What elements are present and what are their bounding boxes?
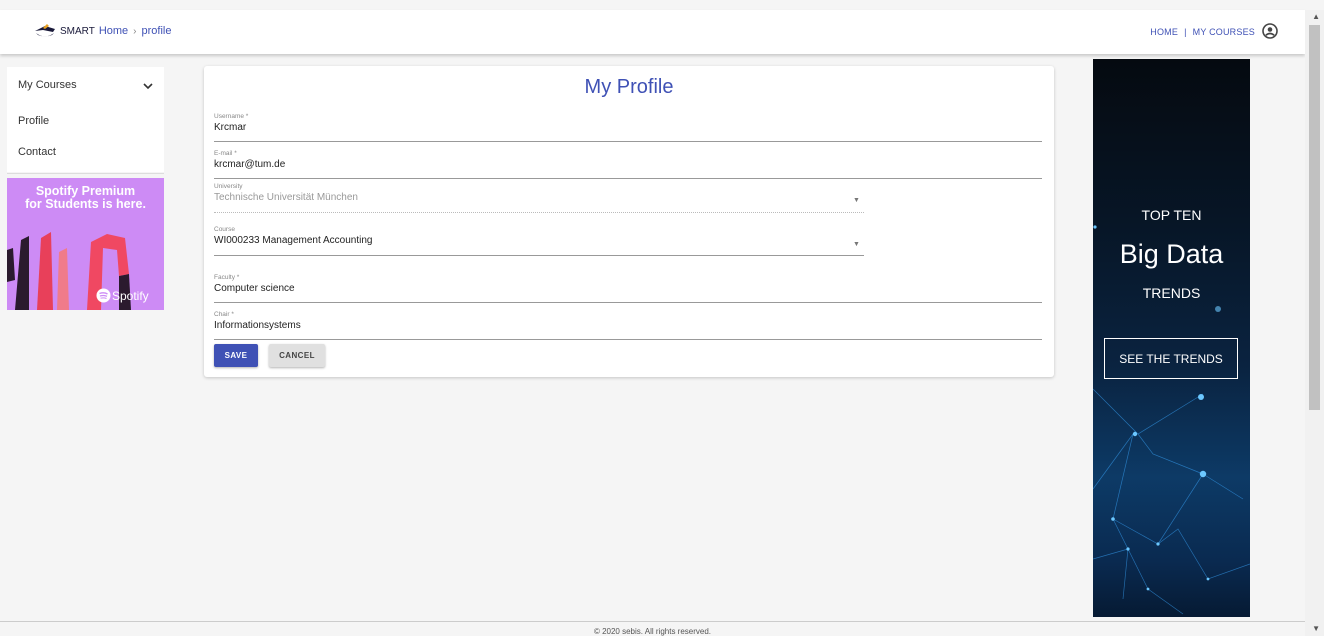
email-input[interactable]: krcmar@tum.de <box>214 159 1044 170</box>
see-the-trends-button[interactable]: SEE THE TRENDS <box>1104 338 1238 379</box>
nav-separator: | <box>1184 27 1187 37</box>
scroll-up-arrow-icon[interactable]: ▲ <box>1312 12 1320 21</box>
ad-top-ten-text: TOP TEN <box>1141 207 1202 223</box>
scroll-down-arrow-icon[interactable]: ▼ <box>1312 624 1320 633</box>
sidebar-divider <box>7 173 164 174</box>
faculty-underline <box>214 302 1042 303</box>
username-label: Username * <box>214 113 249 120</box>
spotify-logo-text: Spotify <box>112 289 149 303</box>
course-value[interactable]: WI000233 Management Accounting <box>214 235 864 246</box>
brand-name: SMART <box>60 25 95 37</box>
footer-copyright: © 2020 sebis. All rights reserved. <box>593 627 712 636</box>
email-field[interactable]: E-mail * krcmar@tum.de <box>214 150 1044 170</box>
faculty-field[interactable]: Faculty * Computer science <box>214 274 1044 294</box>
breadcrumb-profile[interactable]: profile <box>142 25 172 37</box>
username-input[interactable]: Krcmar <box>214 122 1044 133</box>
chevron-down-icon[interactable] <box>143 82 153 90</box>
faculty-label: Faculty * <box>214 274 240 281</box>
sidebar-item-profile[interactable]: Profile <box>18 115 49 127</box>
big-data-ad-banner[interactable]: TOP TEN Big Data TRENDS SEE THE TRENDS <box>1093 59 1250 617</box>
save-button[interactable]: SAVE <box>214 344 258 367</box>
chair-underline <box>214 339 1042 340</box>
profile-card: My Profile Username * Krcmar E-mail * kr… <box>204 66 1054 377</box>
spotify-ad-banner[interactable]: Spotify Premium for Students is here. Sp… <box>7 178 164 310</box>
spotify-ad-headline-line2: for Students is here. <box>25 197 146 211</box>
spotify-logo-icon <box>96 288 111 303</box>
faculty-input[interactable]: Computer science <box>214 283 1044 294</box>
course-dropdown-arrow-icon[interactable]: ▼ <box>853 241 860 248</box>
university-select: University Technische Universität Münche… <box>214 183 864 203</box>
chair-field[interactable]: Chair * Informationsystems <box>214 311 1044 331</box>
email-underline <box>214 178 1042 179</box>
breadcrumb-separator: › <box>133 25 137 37</box>
ad-big-data-text: Big Data <box>1119 239 1224 269</box>
nav-home-link[interactable]: HOME <box>1150 27 1178 37</box>
course-underline <box>214 255 864 256</box>
sidebar: My Courses Profile Contact <box>7 67 164 172</box>
university-dropdown-arrow-icon: ▼ <box>853 197 860 204</box>
course-select[interactable]: Course WI000233 Management Accounting <box>214 226 864 246</box>
email-label: E-mail * <box>214 150 237 157</box>
account-circle-icon[interactable] <box>1262 23 1278 39</box>
scroll-thumb[interactable] <box>1309 25 1320 410</box>
university-value: Technische Universität München <box>214 192 358 203</box>
footer-divider <box>0 621 1305 622</box>
cancel-button[interactable]: CANCEL <box>269 344 325 367</box>
chair-label: Chair * <box>214 311 234 318</box>
course-label: Course <box>214 226 235 233</box>
chair-input[interactable]: Informationsystems <box>214 320 1044 331</box>
university-label: University <box>214 183 243 190</box>
top-app-bar: SMART Home › profile HOME | MY COURSES <box>0 10 1305 54</box>
sidebar-item-contact[interactable]: Contact <box>18 146 56 158</box>
spotify-ad-headline: Spotify Premium for Students is here. <box>7 185 164 211</box>
breadcrumb-home[interactable]: Home <box>99 25 128 37</box>
username-underline <box>214 141 1042 142</box>
smart-logo-icon <box>35 24 55 37</box>
university-underline <box>214 212 864 213</box>
brand[interactable]: SMART Home › profile <box>33 22 171 40</box>
top-nav: HOME | MY COURSES <box>1150 27 1255 37</box>
nav-my-courses-link[interactable]: MY COURSES <box>1193 27 1255 37</box>
sidebar-item-my-courses[interactable]: My Courses <box>18 79 77 91</box>
ad-trends-text: TRENDS <box>1142 285 1201 301</box>
username-field[interactable]: Username * Krcmar <box>214 113 1044 133</box>
page-title: My Profile <box>584 76 674 98</box>
